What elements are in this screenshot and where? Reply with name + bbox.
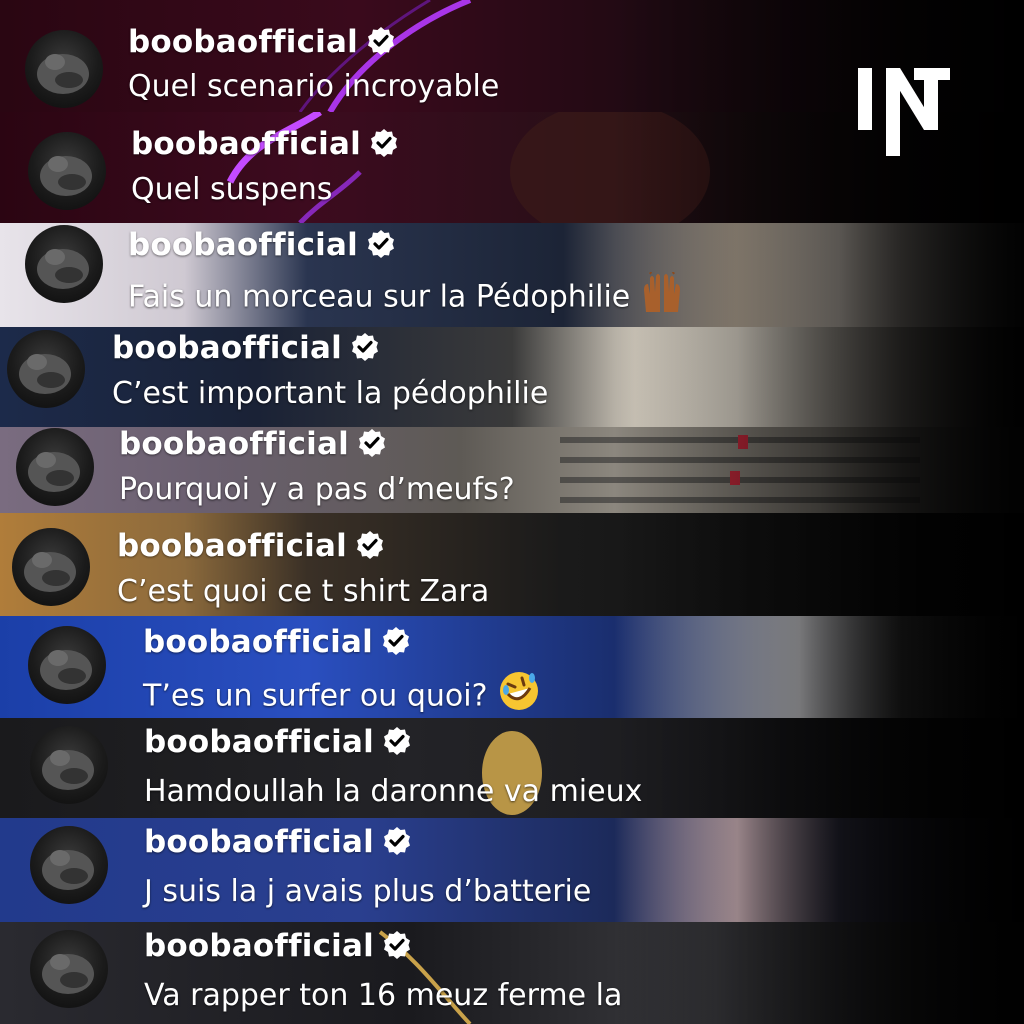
avatar[interactable] <box>28 626 106 704</box>
verified-badge-icon <box>369 128 399 158</box>
comment-item: boobaofficial Quel scenario incroyable <box>0 14 1024 114</box>
avatar[interactable] <box>7 330 85 408</box>
rolling-laughing-emoji-icon <box>498 670 540 720</box>
comment-item: boobaofficial C’est important la pédophi… <box>0 326 1024 426</box>
verified-badge-icon <box>355 530 385 560</box>
comment-item: boobaofficial C’est quoi ce t shirt Zara <box>0 526 1024 626</box>
comment-item: boobaofficial Quel suspens <box>0 118 1024 218</box>
username[interactable]: boobaofficial <box>128 24 396 60</box>
avatar[interactable] <box>30 930 108 1008</box>
verified-badge-icon <box>357 428 387 458</box>
comment-text: Quel scenario incroyable <box>128 69 500 104</box>
username[interactable]: boobaofficial <box>119 426 387 462</box>
comment-text: Pourquoi y a pas d’meufs? <box>119 472 515 507</box>
username[interactable]: boobaofficial <box>144 824 412 860</box>
avatar[interactable] <box>12 528 90 606</box>
comment-text: C’est important la pédophilie <box>112 376 549 411</box>
username[interactable]: boobaofficial <box>117 528 385 564</box>
raised-hands-emoji-icon <box>640 268 684 320</box>
comment-text: T’es un surfer ou quoi? <box>143 672 540 722</box>
username[interactable]: boobaofficial <box>128 227 396 263</box>
username[interactable]: boobaofficial <box>143 624 411 660</box>
verified-badge-icon <box>382 726 412 756</box>
username[interactable]: boobaofficial <box>112 330 380 366</box>
avatar[interactable] <box>16 428 94 506</box>
comment-item: boobaofficial Va rapper ton 16 meuz ferm… <box>0 924 1024 1024</box>
avatar[interactable] <box>25 225 103 303</box>
comment-item: boobaofficial Hamdoullah la daronne va m… <box>0 722 1024 822</box>
comment-text: Quel suspens <box>131 172 333 207</box>
avatar[interactable] <box>28 132 106 210</box>
verified-badge-icon <box>382 930 412 960</box>
avatar[interactable] <box>30 826 108 904</box>
comment-item: boobaofficial J suis la j avais plus d’b… <box>0 822 1024 922</box>
comment-text: Fais un morceau sur la Pédophilie <box>128 268 684 322</box>
avatar[interactable] <box>25 30 103 108</box>
verified-badge-icon <box>350 332 380 362</box>
avatar[interactable] <box>30 726 108 804</box>
verified-badge-icon <box>366 26 396 56</box>
comment-item: boobaofficial Pourquoi y a pas d’meufs? <box>0 424 1024 524</box>
comment-text: C’est quoi ce t shirt Zara <box>117 574 490 609</box>
verified-badge-icon <box>382 826 412 856</box>
comment-text: J suis la j avais plus d’batterie <box>144 874 592 909</box>
verified-badge-icon <box>366 229 396 259</box>
verified-badge-icon <box>381 626 411 656</box>
comment-item: boobaofficial T’es un surfer ou quoi? <box>0 622 1024 722</box>
comment-text: Hamdoullah la daronne va mieux <box>144 774 643 809</box>
comment-item: boobaofficial Fais un morceau sur la Péd… <box>0 222 1024 322</box>
comment-text: Va rapper ton 16 meuz ferme la <box>144 978 623 1013</box>
username[interactable]: boobaofficial <box>144 928 412 964</box>
username[interactable]: boobaofficial <box>131 126 399 162</box>
username[interactable]: boobaofficial <box>144 724 412 760</box>
